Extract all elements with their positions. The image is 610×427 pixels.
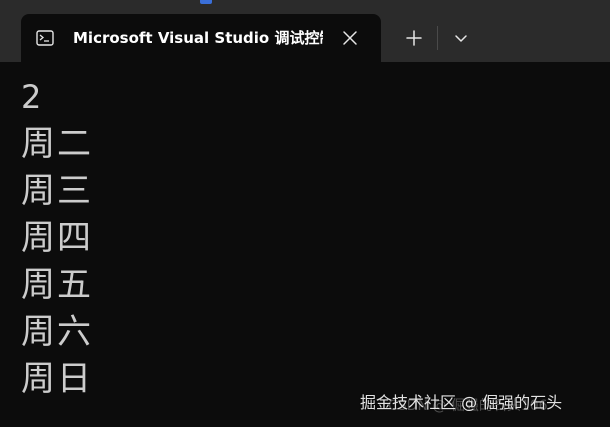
console-output: 2 周二 周三 周四 周五 周六 周日 [21,76,93,403]
console-line: 周日 [21,359,93,399]
console-line: 周五 [21,265,93,305]
close-icon[interactable] [338,26,362,50]
console-line: 周六 [21,312,93,352]
console-line: 2 [21,78,44,116]
tab-divider [437,26,438,50]
plus-icon[interactable] [400,26,428,52]
watermark: 掘金技术社区 @ 倔强的石头 [360,393,563,412]
terminal-window: Microsoft Visual Studio 调试控制台 2 周二 周三 周四… [0,0,610,427]
top-strip [0,0,610,14]
console-icon [36,30,54,46]
top-accent-mark [200,0,212,4]
console-line: 周四 [21,218,93,258]
tab-debug-console[interactable]: Microsoft Visual Studio 调试控制台 [21,14,381,62]
console-line: 周三 [21,171,93,211]
chevron-down-icon[interactable] [448,26,474,52]
title-bar: Microsoft Visual Studio 调试控制台 [0,0,610,62]
tab-title: Microsoft Visual Studio 调试控制台 [73,29,323,47]
console-line: 周二 [21,124,93,164]
